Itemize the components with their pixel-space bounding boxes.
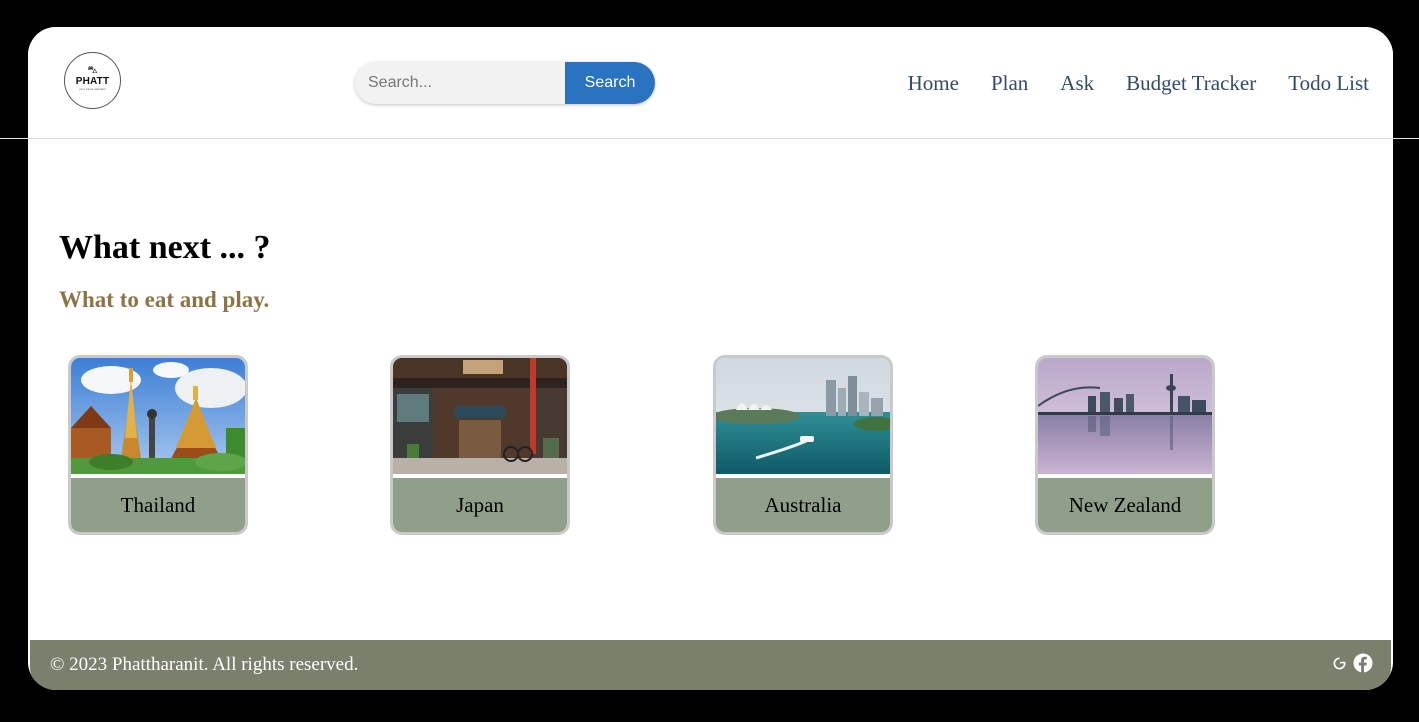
japan-image	[393, 358, 567, 474]
page-subtitle: What to eat and play.	[59, 287, 270, 312]
search-button[interactable]: Search	[565, 62, 655, 104]
facebook-icon[interactable]	[1353, 653, 1373, 673]
copyright-text: © 2023 Phattharanit. All rights reserved…	[50, 654, 359, 675]
search-input[interactable]	[355, 62, 565, 104]
logo-brand: PHATT	[75, 76, 110, 87]
thailand-image	[71, 358, 245, 474]
destination-card-japan[interactable]: Japan	[390, 355, 570, 535]
page-title: What next ... ?	[59, 229, 271, 266]
logo-tagline: your travel assistant	[79, 87, 106, 91]
destination-card-australia[interactable]: Australia	[713, 355, 893, 535]
google-icon[interactable]	[1332, 656, 1347, 671]
social-links	[1332, 653, 1373, 673]
main-nav: Home Plan Ask Budget Tracker Todo List	[908, 71, 1369, 95]
new-zealand-image	[1038, 358, 1212, 474]
header-divider-right	[1393, 138, 1419, 139]
destination-card-thailand[interactable]: Thailand	[68, 355, 248, 535]
destination-label: Thailand	[71, 478, 245, 532]
destination-label: Australia	[716, 478, 890, 532]
australia-image	[716, 358, 890, 474]
destination-label: Japan	[393, 478, 567, 532]
nav-item-todo-list[interactable]: Todo List	[1288, 71, 1369, 95]
page-frame: ⛍ PHATT your travel assistant Search Hom…	[28, 27, 1393, 690]
car-icon: ⛍	[87, 65, 98, 76]
nav-item-plan[interactable]: Plan	[991, 71, 1028, 95]
destination-label: New Zealand	[1038, 478, 1212, 532]
search-bar: Search	[355, 62, 655, 104]
footer: © 2023 Phattharanit. All rights reserved…	[30, 640, 1391, 690]
destination-card-new-zealand[interactable]: New Zealand	[1035, 355, 1215, 535]
header-divider-left	[0, 138, 28, 139]
header: ⛍ PHATT your travel assistant Search Hom…	[28, 27, 1393, 139]
nav-item-ask[interactable]: Ask	[1060, 71, 1094, 95]
nav-item-home[interactable]: Home	[908, 71, 959, 95]
nav-item-budget-tracker[interactable]: Budget Tracker	[1126, 71, 1256, 95]
logo[interactable]: ⛍ PHATT your travel assistant	[64, 52, 121, 109]
